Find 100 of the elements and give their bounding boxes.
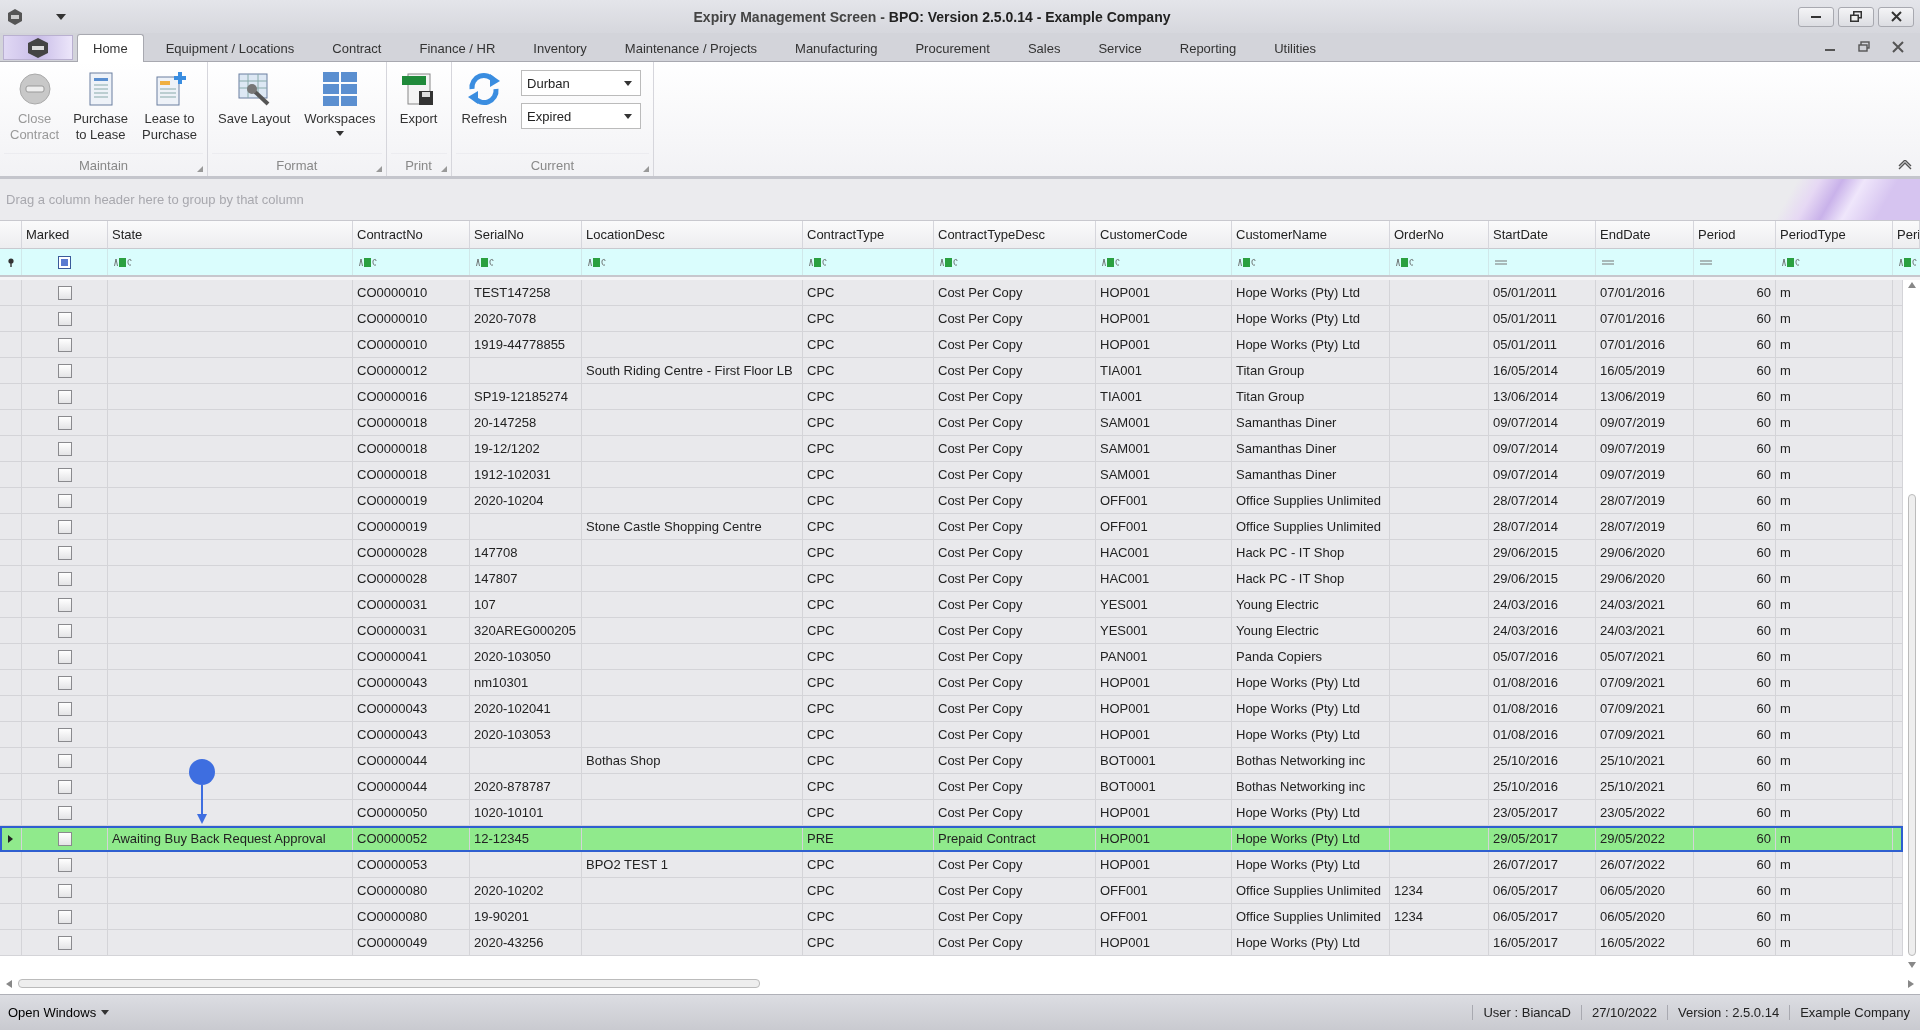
ribbon-button[interactable]: Lease to Purchase xyxy=(136,68,203,146)
table-row[interactable]: CO0000041 2020-103050 CPC Cost Per Copy PAN001 Panda Copiers 05/07/2016 05/07/2021 60 m xyxy=(0,644,1903,670)
table-row[interactable]: CO0000044 Bothas Shop CPC Cost Per Copy BOT0001 Bothas Networking inc 25/10/2016 25/10/2021 60 m xyxy=(0,748,1903,774)
checkbox[interactable] xyxy=(57,675,72,690)
checkbox[interactable] xyxy=(57,701,72,716)
table-row[interactable]: CO0000050 1020-10101 CPC Cost Per Copy HOP001 Hope Works (Pty) Ltd 23/05/2017 23/05/2022 60 m xyxy=(0,800,1903,826)
checkbox-icon xyxy=(58,255,71,269)
table-row[interactable]: CO0000018 20-147258 CPC Cost Per Copy SAM001 Samanthas Diner 09/07/2014 09/07/2019 60 m xyxy=(0,410,1903,436)
table-row[interactable]: CO0000043 2020-103053 CPC Cost Per Copy HOP001 Hope Works (Pty) Ltd 01/08/2016 07/09/2021 60 m xyxy=(0,722,1903,748)
checkbox[interactable] xyxy=(57,441,72,456)
table-row[interactable]: CO0000016 SP19-12185274 CPC Cost Per Copy TIA001 Titan Group 13/06/2014 13/06/2019 60 m xyxy=(0,384,1903,410)
ribbon-tab[interactable]: Inventory xyxy=(517,34,603,61)
checkbox[interactable] xyxy=(57,909,72,924)
checkbox[interactable] xyxy=(57,727,72,742)
restore-button[interactable] xyxy=(1838,6,1874,27)
checkbox[interactable] xyxy=(57,805,72,820)
ribbon-tab[interactable]: Contract xyxy=(316,34,398,61)
table-row[interactable]: Awaiting Buy Back Request Approval CO0000052 12-12345 PRE Prepaid Contract HOP001 Hope Works (Pty) Ltd 29/05/2017 29/05/2022 60 m xyxy=(0,826,1903,852)
ribbon-tab[interactable]: Finance / HR xyxy=(403,34,512,61)
expand-icon[interactable] xyxy=(197,166,203,172)
checkbox[interactable] xyxy=(57,623,72,638)
ribbon-tab[interactable]: Reporting xyxy=(1163,34,1253,61)
expand-icon[interactable] xyxy=(440,166,447,172)
table-row[interactable]: CO0000043 nm10301 CPC Cost Per Copy HOP001 Hope Works (Pty) Ltd 01/08/2016 07/09/2021 60 m xyxy=(0,670,1903,696)
table-row[interactable]: CO0000053 BPO2 TEST 1 CPC Cost Per Copy HOP001 Hope Works (Pty) Ltd 26/07/2017 26/07/2022 60 m xyxy=(0,852,1903,878)
ribbon-button[interactable]: Save Layout xyxy=(212,68,297,130)
group-label: Print xyxy=(405,157,432,173)
table-row[interactable]: CO0000010 2020-7078 CPC Cost Per Copy HOP001 Hope Works (Pty) Ltd 05/01/2011 07/01/2016 60 m xyxy=(0,306,1903,332)
logo-icon xyxy=(26,36,50,59)
close-button[interactable] xyxy=(1878,6,1914,27)
checkbox[interactable] xyxy=(57,467,72,482)
close-icon[interactable] xyxy=(1892,41,1904,53)
checkbox[interactable] xyxy=(57,493,72,508)
table-cell: Cost Per Copy xyxy=(934,930,1096,956)
table-row[interactable]: CO0000018 19-12/1202 CPC Cost Per Copy SAM001 Samanthas Diner 09/07/2014 09/07/2019 60 m xyxy=(0,436,1903,462)
table-cell: HOP001 xyxy=(1096,930,1232,956)
checkbox[interactable] xyxy=(57,857,72,872)
checkbox[interactable] xyxy=(57,649,72,664)
ribbon-tab[interactable]: Sales xyxy=(1011,34,1077,61)
table-row[interactable]: CO0000049 2020-43256 CPC Cost Per Copy HOP001 Hope Works (Pty) Ltd 16/05/2017 16/05/2022 60 m xyxy=(0,930,1903,956)
table-cell: CPC xyxy=(803,930,934,956)
checkbox[interactable] xyxy=(57,571,72,586)
table-row[interactable]: CO0000010 1919-44778855 CPC Cost Per Copy HOP001 Hope Works (Pty) Ltd 05/01/2011 07/01/2016 60 m xyxy=(0,332,1903,358)
status-text: User : BiancaD xyxy=(1472,1005,1581,1020)
minimize-icon xyxy=(1811,15,1821,18)
expand-icon[interactable] xyxy=(375,166,382,172)
table-row[interactable]: CO0000012 South Riding Centre - First Floor LB CPC Cost Per Copy TIA001 Titan Group 16/05/2014 16/05/2019 60 m xyxy=(0,358,1903,384)
table-row[interactable]: CO0000010 TEST147258 CPC Cost Per Copy HOP001 Hope Works (Pty) Ltd 05/01/2011 07/01/2016 60 m xyxy=(0,280,1903,306)
table-row[interactable]: CO0000043 2020-102041 CPC Cost Per Copy HOP001 Hope Works (Pty) Ltd 01/08/2016 07/09/2021 60 m xyxy=(0,696,1903,722)
checkbox[interactable] xyxy=(57,337,72,352)
ribbon-button[interactable]: Refresh xyxy=(455,68,514,130)
table-row[interactable]: CO0000080 19-90201 CPC Cost Per Copy OFF001 Office Supplies Unlimited 1234 06/05/2017 06/05/2020 60 m xyxy=(0,904,1903,930)
checkbox[interactable] xyxy=(57,363,72,378)
ribbon-button[interactable]: Purchase to Lease xyxy=(67,68,135,146)
grid-icon xyxy=(321,71,358,107)
checkbox[interactable] xyxy=(57,779,72,794)
open-windows-menu[interactable]: Open Windows xyxy=(0,1005,118,1020)
ribbon-tab[interactable]: Home xyxy=(77,34,144,62)
ribbon-tab[interactable]: Procurement xyxy=(899,34,1006,61)
ribbon-tab[interactable]: Equipment / Locations xyxy=(149,34,311,61)
checkbox[interactable] xyxy=(57,831,72,846)
ribbon-button[interactable]: Export xyxy=(390,68,447,130)
app-menu-button[interactable] xyxy=(3,35,73,60)
restore-icon[interactable] xyxy=(1858,41,1870,53)
table-cell: 16/05/2017 xyxy=(1489,930,1596,956)
dropdown-field[interactable]: Durban xyxy=(521,70,642,96)
ribbon-tab[interactable]: Utilities xyxy=(1258,34,1333,61)
caret-icon[interactable] xyxy=(56,13,66,20)
text-filter-icon xyxy=(809,257,827,267)
checkbox[interactable] xyxy=(57,311,72,326)
checkbox[interactable] xyxy=(57,415,72,430)
minimize-button[interactable] xyxy=(1798,6,1834,27)
checkbox[interactable] xyxy=(57,935,72,950)
ribbon-tab[interactable]: Manufacturing xyxy=(779,34,894,61)
ribbon-tab[interactable]: Service xyxy=(1082,34,1158,61)
table-row[interactable]: CO0000031 320AREG000205 CPC Cost Per Copy YES001 Young Electric 24/03/2016 24/03/2021 60 m xyxy=(0,618,1903,644)
table-row[interactable]: CO0000019 Stone Castle Shopping Centre CPC Cost Per Copy OFF001 Office Supplies Unlimited 28/07/2014 28/07/2019 60 m xyxy=(0,514,1903,540)
table-row[interactable]: CO0000019 2020-10204 CPC Cost Per Copy OFF001 Office Supplies Unlimited 28/07/2014 28/07/2019 60 m xyxy=(0,488,1903,514)
checkbox[interactable] xyxy=(57,389,72,404)
ribbon-tab[interactable]: Maintenance / Projects xyxy=(608,34,774,61)
checkbox[interactable] xyxy=(57,519,72,534)
table-row[interactable]: CO0000018 1912-102031 CPC Cost Per Copy SAM001 Samanthas Diner 09/07/2014 09/07/2019 60 m xyxy=(0,462,1903,488)
table-row[interactable]: CO0000080 2020-10202 CPC Cost Per Copy OFF001 Office Supplies Unlimited 1234 06/05/2017 06/05/2020 60 m xyxy=(0,878,1903,904)
left-arrow-icon xyxy=(6,979,12,988)
checkbox[interactable] xyxy=(57,883,72,898)
collapse-icon[interactable] xyxy=(1898,160,1912,170)
checkbox[interactable] xyxy=(57,597,72,612)
expand-icon[interactable] xyxy=(643,166,650,172)
pin-icon xyxy=(7,257,14,267)
checkbox[interactable] xyxy=(57,285,72,300)
table-row[interactable]: CO0000028 147807 CPC Cost Per Copy HAC001 Hack PC - IT Shop 29/06/2015 29/06/2020 60 m xyxy=(0,566,1903,592)
checkbox[interactable] xyxy=(57,545,72,560)
dropdown-field[interactable]: Expired xyxy=(521,103,642,129)
group-label: Current xyxy=(530,157,574,173)
table-row[interactable]: CO0000044 2020-878787 CPC Cost Per Copy BOT0001 Bothas Networking inc 25/10/2016 25/10/2021 60 m xyxy=(0,774,1903,800)
checkbox[interactable] xyxy=(57,753,72,768)
table-row[interactable]: CO0000031 107 CPC Cost Per Copy YES001 Young Electric 24/03/2016 24/03/2021 60 m xyxy=(0,592,1903,618)
ribbon-button[interactable]: Workspaces xyxy=(298,68,382,139)
app-logo-icon xyxy=(6,7,24,26)
table-row[interactable]: CO0000028 147708 CPC Cost Per Copy HAC001 Hack PC - IT Shop 29/06/2015 29/06/2020 60 m xyxy=(0,540,1903,566)
